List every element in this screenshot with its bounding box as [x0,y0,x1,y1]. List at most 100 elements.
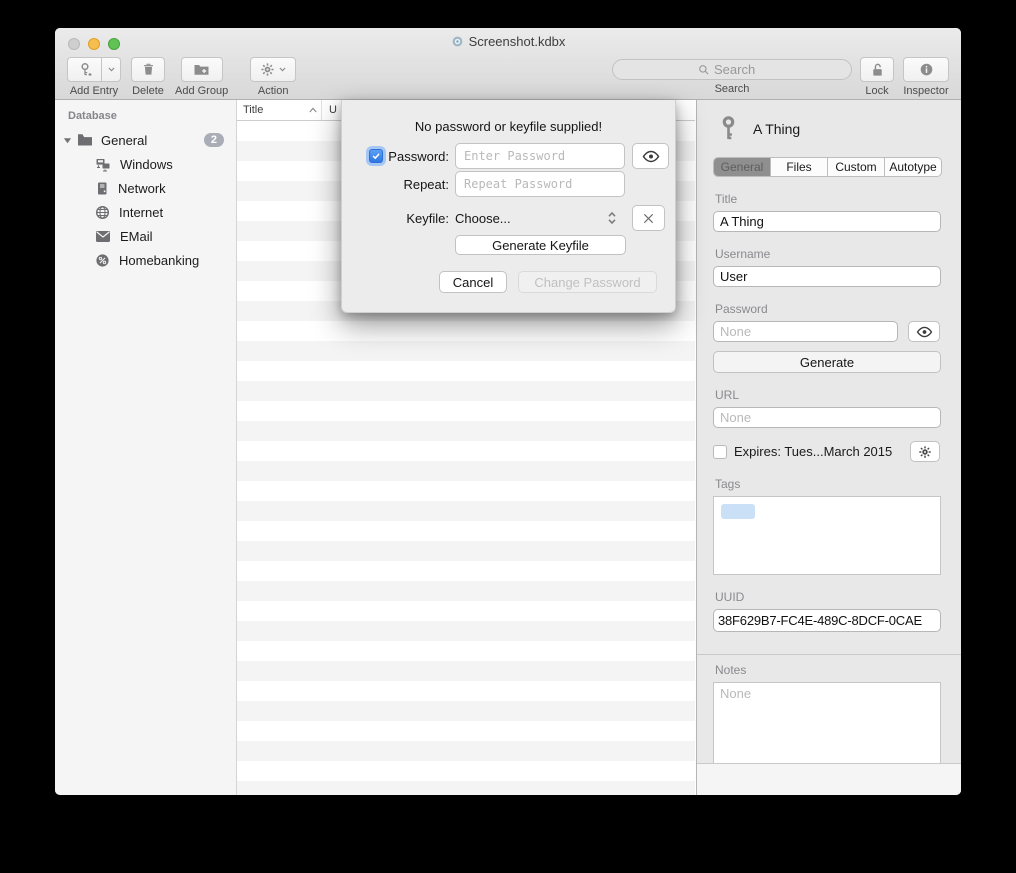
search-input[interactable] [714,62,766,77]
chevron-down-icon [278,65,287,74]
notes-field[interactable] [713,682,941,772]
add-entry-label: Add Entry [70,85,118,97]
zoom-button[interactable] [108,38,120,50]
repeat-label: Repeat: [403,177,449,192]
close-button[interactable] [68,38,80,50]
generate-password-button[interactable]: Generate [713,351,941,373]
lock-label: Lock [865,85,888,97]
add-entry-button[interactable] [67,57,102,82]
key-icon [719,116,738,142]
keyfile-popup[interactable]: Choose... [455,211,625,226]
updown-chevrons-icon [607,211,617,225]
entry-header: A Thing [697,100,961,142]
password-checkbox[interactable] [369,149,383,163]
windows-network-icon [95,157,111,172]
notes-label: Notes [715,663,961,677]
username-field-label: Username [715,247,961,261]
close-x-icon [642,212,655,225]
add-group-button[interactable] [181,57,223,82]
sidebar-header: Database [55,100,236,124]
tab-general[interactable]: General [714,158,771,176]
sidebar-item-label: Internet [119,205,163,220]
sidebar-item-label: EMail [120,229,153,244]
sidebar-item-homebanking[interactable]: Homebanking [55,248,236,272]
reveal-password-button[interactable] [632,143,669,169]
inspector-panel: A Thing General Files Custom Autotype Ti… [696,100,961,795]
delete-label: Delete [132,85,164,97]
url-field-label: URL [715,388,961,402]
reveal-password-button[interactable] [908,321,940,342]
add-group-group: Add Group [175,57,228,97]
sidebar-item-windows[interactable]: Windows [55,152,236,176]
lock-button[interactable] [860,57,894,82]
inspector-footer [697,763,961,795]
search-icon [698,64,710,76]
sidebar-item-internet[interactable]: Internet [55,200,236,224]
add-entry-group: Add Entry [67,57,121,97]
lock-group: Lock [860,57,894,97]
password-field-label: Password [715,302,961,316]
document-proxy-icon [451,30,464,58]
keyfile-row: Keyfile: Choose... [342,205,675,231]
envelope-icon [95,230,111,243]
tag-pill[interactable] [721,504,755,519]
inspector-tabs: General Files Custom Autotype [713,157,942,177]
notes-divider [697,654,961,655]
title-field-label: Title [715,192,961,206]
keyfile-label: Keyfile: [406,211,449,226]
eye-icon [642,150,660,163]
password-field-row [713,321,940,342]
window-title-text: Screenshot.kdbx [469,34,566,49]
url-field[interactable] [713,407,941,428]
traffic-lights [68,38,120,50]
server-icon [95,181,109,196]
password-input[interactable] [455,143,625,169]
sidebar-group-label: General [101,133,147,148]
password-label: Password: [388,149,449,164]
gear-icon [260,62,275,77]
dialog-buttons: Cancel Change Password [439,271,675,293]
expires-checkbox[interactable] [713,445,727,459]
column-title-text: Title [243,104,263,116]
percent-icon [95,253,110,268]
dialog-message: No password or keyfile supplied! [342,119,675,134]
expires-label: Expires: Tues...March 2015 [734,444,910,459]
search-field[interactable] [612,59,852,80]
uuid-field[interactable] [713,609,941,632]
uuid-label: UUID [715,590,961,604]
tab-custom[interactable]: Custom [828,158,885,176]
add-group-label: Add Group [175,85,228,97]
padlock-open-icon [870,62,885,78]
username-field[interactable] [713,266,941,287]
repeat-input[interactable] [455,171,625,197]
tab-autotype[interactable]: Autotype [885,158,941,176]
password-field[interactable] [713,321,898,342]
sidebar-item-network[interactable]: Network [55,176,236,200]
delete-group: Delete [131,57,165,97]
cancel-button[interactable]: Cancel [439,271,507,293]
sidebar-item-general[interactable]: General 2 [55,128,236,152]
tags-box[interactable] [713,496,941,575]
password-row: Password: [342,143,675,169]
title-field[interactable] [713,211,941,232]
sort-ascending-icon [309,107,317,113]
column-header-username[interactable]: U [322,104,337,116]
minimize-button[interactable] [88,38,100,50]
add-entry-dropdown[interactable] [102,57,121,82]
chevron-down-icon [107,65,116,74]
clear-keyfile-button[interactable] [632,205,665,231]
generate-keyfile-button[interactable]: Generate Keyfile [455,235,626,255]
inspector-button[interactable] [903,57,949,82]
sidebar-item-email[interactable]: EMail [55,224,236,248]
delete-button[interactable] [131,57,165,82]
sidebar-item-label: Network [118,181,166,196]
expires-options-button[interactable] [910,441,940,462]
sidebar-item-label: Windows [120,157,173,172]
entry-count-badge: 2 [204,133,224,147]
folder-icon [77,133,93,147]
tab-files[interactable]: Files [771,158,828,176]
disclosure-triangle-icon[interactable] [63,136,77,145]
change-password-button[interactable]: Change Password [518,271,657,293]
column-header-title[interactable]: Title [237,100,322,120]
action-button[interactable] [250,57,296,82]
